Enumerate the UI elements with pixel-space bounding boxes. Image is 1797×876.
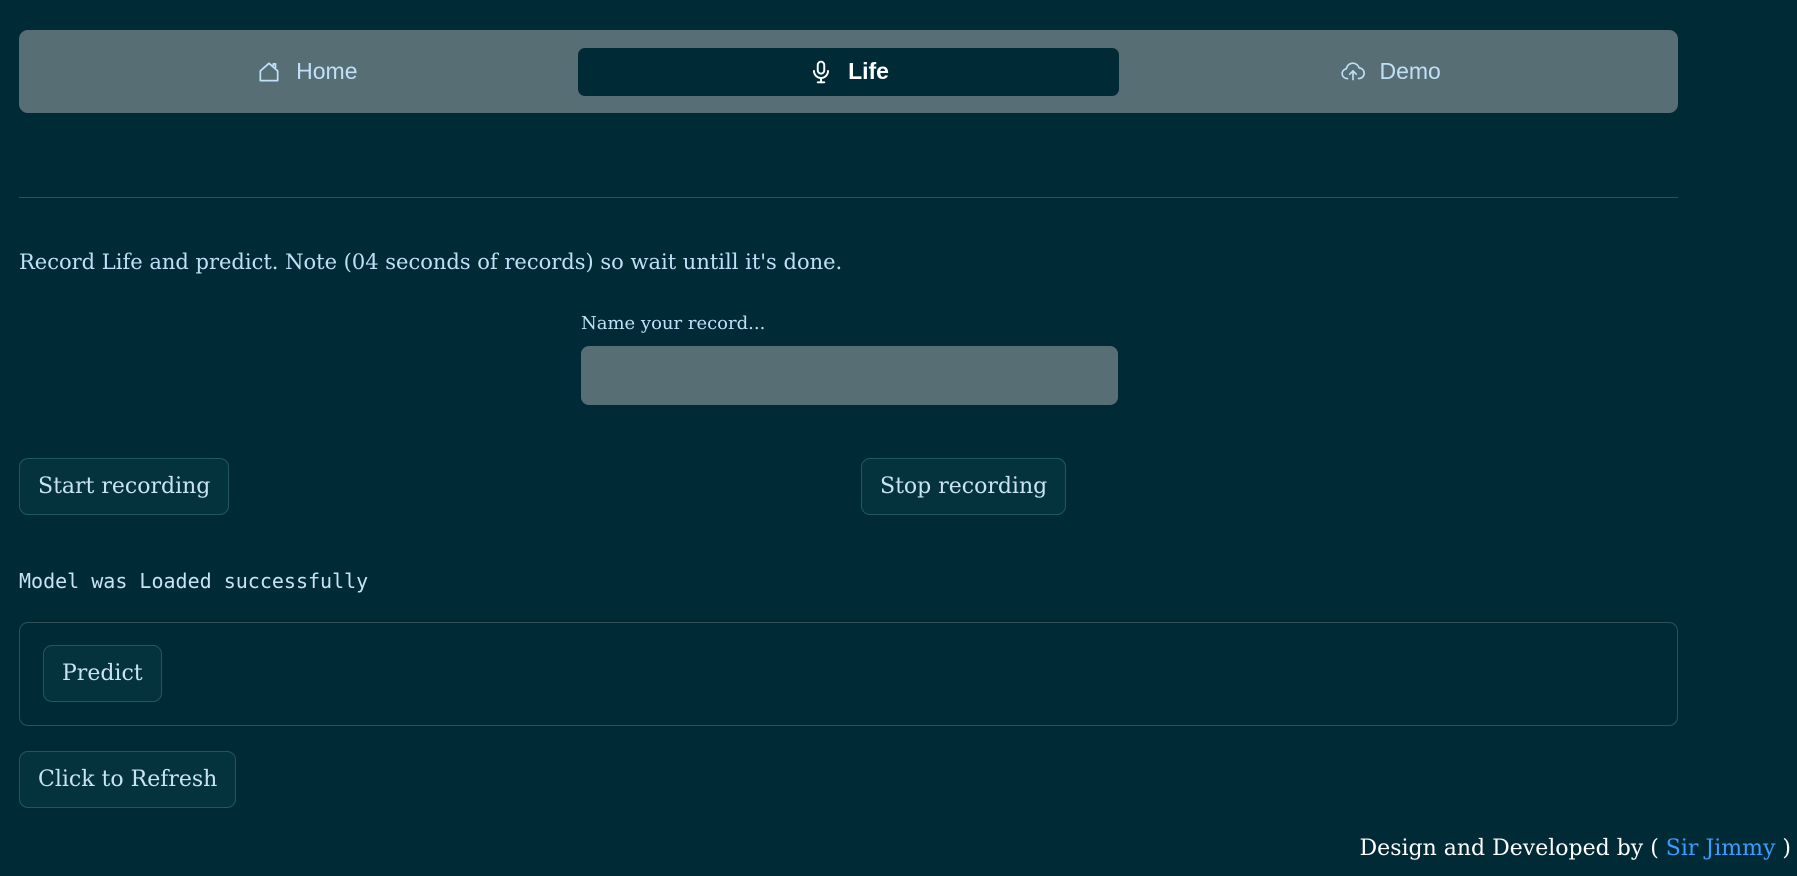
record-name-label: Name your record... xyxy=(581,313,766,334)
footer-credit: Design and Developed by ( Sir Jimmy ) xyxy=(1360,836,1791,861)
cloud-upload-icon xyxy=(1340,59,1366,85)
record-name-input[interactable] xyxy=(581,346,1118,405)
record-name-field: Name your record... xyxy=(581,313,1118,405)
predict-panel: Predict xyxy=(19,622,1678,726)
refresh-button[interactable]: Click to Refresh xyxy=(19,751,237,808)
microphone-icon xyxy=(808,59,834,85)
predict-button[interactable]: Predict xyxy=(43,645,162,702)
nav-item-label: Life xyxy=(848,58,889,84)
home-icon xyxy=(256,59,282,85)
nav-item-life[interactable]: Life xyxy=(577,47,1120,96)
nav-item-label: Demo xyxy=(1379,58,1441,84)
footer-prefix: Design and Developed by ( xyxy=(1359,836,1659,861)
nav-item-home[interactable]: Home xyxy=(36,48,578,96)
main-content: Home Life Demo Record Life and predict. … xyxy=(19,30,1678,808)
start-recording-button[interactable]: Start recording xyxy=(19,458,230,515)
navbar: Home Life Demo xyxy=(19,30,1678,113)
stop-recording-button[interactable]: Stop recording xyxy=(861,458,1067,515)
intro-text: Record Life and predict. Note (04 second… xyxy=(19,250,843,274)
status-text: Model was Loaded successfully xyxy=(19,569,369,593)
nav-item-demo[interactable]: Demo xyxy=(1119,48,1661,96)
footer-suffix: ) xyxy=(1782,836,1791,861)
nav-item-label: Home xyxy=(296,58,358,84)
author-link[interactable]: Sir Jimmy xyxy=(1666,836,1776,861)
divider xyxy=(19,197,1678,198)
